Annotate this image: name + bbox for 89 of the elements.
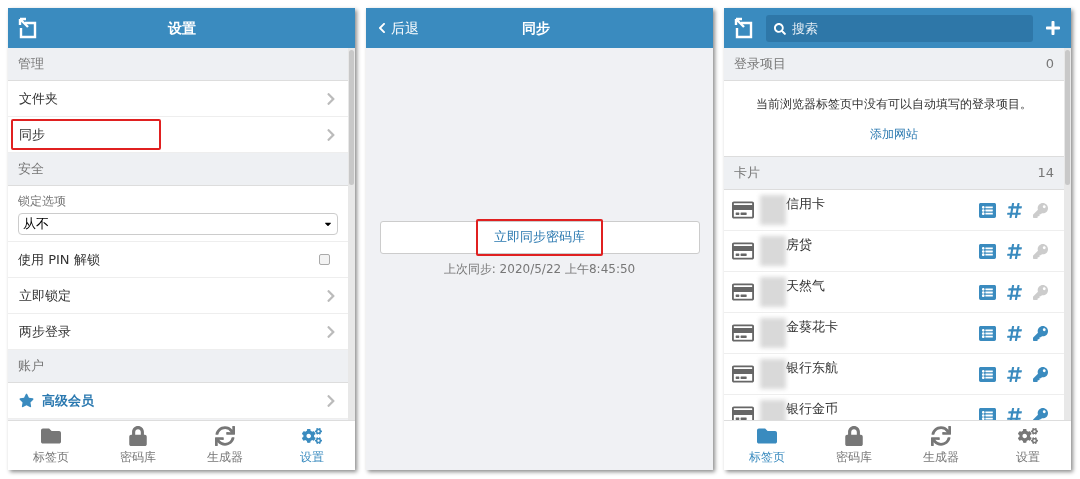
card-icon (732, 363, 754, 385)
key-icon[interactable] (1033, 366, 1048, 382)
card-icon (732, 199, 754, 221)
nav-tab[interactable]: 标签页 (8, 421, 95, 470)
row-label: 使用 PIN 解锁 (18, 250, 100, 269)
lock-icon (128, 425, 149, 446)
card-name: 房贷 (786, 236, 812, 254)
row-label: 文件夹 (19, 89, 58, 108)
card-name: 天然气 (786, 277, 825, 295)
list-icon[interactable] (979, 406, 996, 420)
nav-tab[interactable]: 设置 (984, 421, 1071, 470)
settings-row[interactable]: 两步登录 (8, 314, 348, 350)
settings-row[interactable]: 高级会员 (8, 383, 348, 419)
section-title: 登录项目 (734, 55, 786, 74)
nav-tab[interactable]: 密码库 (94, 421, 182, 470)
row-label: 立即锁定 (19, 286, 71, 305)
settings-row[interactable]: 立即锁定 (8, 278, 348, 314)
redacted-blur (760, 318, 786, 348)
search-field[interactable]: 搜索 (766, 14, 1033, 42)
card-name: 信用卡 (786, 195, 825, 213)
search-icon (774, 22, 786, 35)
card-icon (732, 322, 754, 344)
lock-icon (844, 425, 865, 446)
key-icon[interactable] (1033, 325, 1048, 341)
card-name: 银行东航 (786, 359, 838, 377)
nav-tab[interactable]: 密码库 (810, 421, 898, 470)
nav-tab[interactable]: 标签页 (724, 421, 811, 470)
redacted-blur (760, 195, 786, 225)
section-count: 0 (1045, 55, 1054, 74)
window-title: 设置 (166, 18, 197, 38)
card-row[interactable]: 银行金币 (724, 395, 1064, 420)
card-name: 银行金币 (786, 400, 838, 418)
hash-icon[interactable] (1006, 242, 1023, 260)
hash-icon[interactable] (1006, 283, 1023, 301)
hash-icon[interactable] (1006, 324, 1023, 342)
card-icon (732, 281, 754, 303)
nav-tab[interactable]: 设置 (268, 421, 355, 470)
lock-select[interactable]: 从不 (18, 213, 338, 235)
section-title: 管理 (18, 55, 44, 74)
back-button[interactable]: 后退 (376, 17, 419, 39)
chevron-left-icon (376, 22, 388, 34)
last-sync-text: 上次同步: 2020/5/22 上午8:45:50 (443, 260, 636, 278)
card-row[interactable]: 金葵花卡 (724, 313, 1064, 354)
key-icon[interactable] (1033, 407, 1048, 420)
exit-icon[interactable] (18, 17, 38, 39)
exit-icon[interactable] (734, 17, 754, 39)
add-site-link[interactable]: 添加网站 (870, 124, 918, 143)
highlight-frame: 立即同步密码库 (476, 218, 603, 256)
empty-message: 当前浏览器标签页中没有可以自动填写的登录项目。 (756, 95, 1032, 113)
add-icon[interactable] (1045, 20, 1061, 36)
hash-icon[interactable] (1006, 201, 1023, 219)
card-name: 金葵花卡 (786, 318, 838, 336)
gears-icon (301, 425, 322, 446)
settings-row[interactable]: 同步 (8, 117, 348, 153)
row-label: 同步 (19, 125, 45, 144)
list-icon[interactable] (979, 365, 996, 383)
list-icon[interactable] (979, 201, 996, 219)
gears-icon (1017, 425, 1038, 446)
section-title: 卡片 (734, 164, 760, 183)
hash-icon[interactable] (1006, 406, 1023, 420)
field-label: 锁定选项 (18, 193, 67, 210)
star-icon (19, 393, 34, 408)
nav-tab[interactable]: 生成器 (897, 421, 985, 470)
pin-checkbox[interactable] (319, 254, 330, 265)
section-title: 安全 (18, 160, 44, 179)
nav-tab[interactable]: 生成器 (181, 421, 269, 470)
list-icon[interactable] (979, 242, 996, 260)
card-icon (732, 240, 754, 262)
settings-row[interactable]: 文件夹 (8, 81, 348, 117)
redacted-blur (760, 236, 786, 266)
row-label: 高级会员 (42, 391, 94, 410)
hash-icon[interactable] (1006, 365, 1023, 383)
card-icon (732, 404, 754, 420)
sync-button[interactable]: 立即同步密码库 (379, 220, 700, 254)
section-count: 14 (1037, 164, 1054, 183)
list-icon[interactable] (979, 283, 996, 301)
card-row[interactable]: 天然气 (724, 272, 1064, 313)
card-row[interactable]: 银行东航 (724, 354, 1064, 395)
settings-row[interactable]: 使用 PIN 解锁 (8, 242, 348, 278)
row-label: 两步登录 (19, 322, 71, 341)
section-title: 账户 (18, 357, 44, 376)
list-icon[interactable] (979, 324, 996, 342)
window-title: 同步 (521, 18, 551, 38)
refresh-icon (930, 425, 951, 446)
card-row[interactable]: 信用卡 (724, 190, 1064, 231)
redacted-blur (760, 277, 786, 307)
refresh-icon (214, 425, 235, 446)
redacted-blur (760, 359, 786, 389)
card-row[interactable]: 房贷 (724, 231, 1064, 272)
